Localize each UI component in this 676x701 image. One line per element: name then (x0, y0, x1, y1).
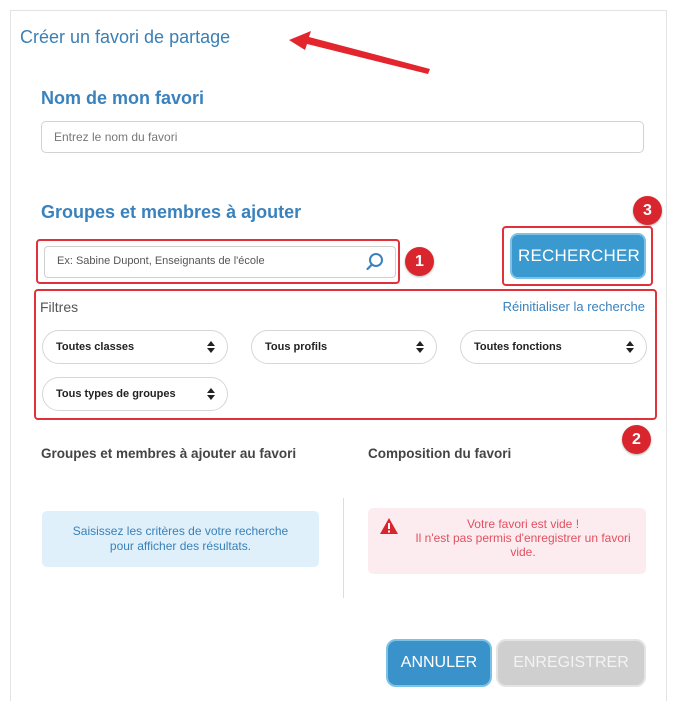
favorite-name-title: Nom de mon favori (41, 88, 205, 108)
sort-arrows-icon (207, 341, 215, 353)
members-section-title: Groupes et membres à ajouter (41, 202, 302, 222)
search-hint-text: Saisissez les critères de votre recherch… (72, 524, 289, 553)
select-value: Toutes fonctions (474, 341, 562, 353)
profile-filter-select[interactable]: Tous profils (251, 330, 437, 364)
search-hint-box: Saisissez les critères de votre recherch… (42, 511, 319, 567)
filters-label: Filtres (40, 299, 79, 315)
warning-detail: Il n'est pas permis d'enregistrer un fav… (415, 531, 631, 559)
search-button[interactable]: RECHERCHER (510, 233, 646, 279)
annotation-badge-1: 1 (405, 247, 434, 276)
warning-icon (380, 518, 398, 534)
page-title: Créer un favori de partage (20, 27, 231, 47)
cancel-button[interactable]: ANNULER (386, 639, 492, 687)
class-filter-select[interactable]: Toutes classes (42, 330, 228, 364)
favorite-name-input[interactable] (41, 121, 644, 153)
member-search-box (44, 246, 396, 278)
select-value: Toutes classes (56, 341, 135, 353)
results-column-title: Groupes et membres à ajouter au favori (41, 446, 297, 461)
sort-arrows-icon (207, 388, 215, 400)
member-search-input[interactable] (45, 247, 353, 275)
select-value: Tous types de groupes (56, 388, 176, 400)
composition-column-title: Composition du favori (368, 446, 512, 461)
search-icon[interactable] (365, 252, 385, 272)
warning-title: Votre favori est vide ! (466, 517, 580, 531)
annotation-arrow (289, 31, 430, 74)
group-type-filter-select[interactable]: Tous types de groupes (42, 377, 228, 411)
empty-favorite-warning: Votre favori est vide ! Il n'est pas per… (368, 508, 646, 574)
select-value: Tous profils (265, 341, 328, 353)
save-button[interactable]: ENREGISTRER (496, 639, 646, 687)
sort-arrows-icon (626, 341, 634, 353)
sort-arrows-icon (416, 341, 424, 353)
column-divider (343, 498, 344, 598)
reset-search-link[interactable]: Réinitialiser la recherche (470, 299, 645, 314)
function-filter-select[interactable]: Toutes fonctions (460, 330, 647, 364)
annotation-badge-3: 3 (633, 196, 662, 225)
